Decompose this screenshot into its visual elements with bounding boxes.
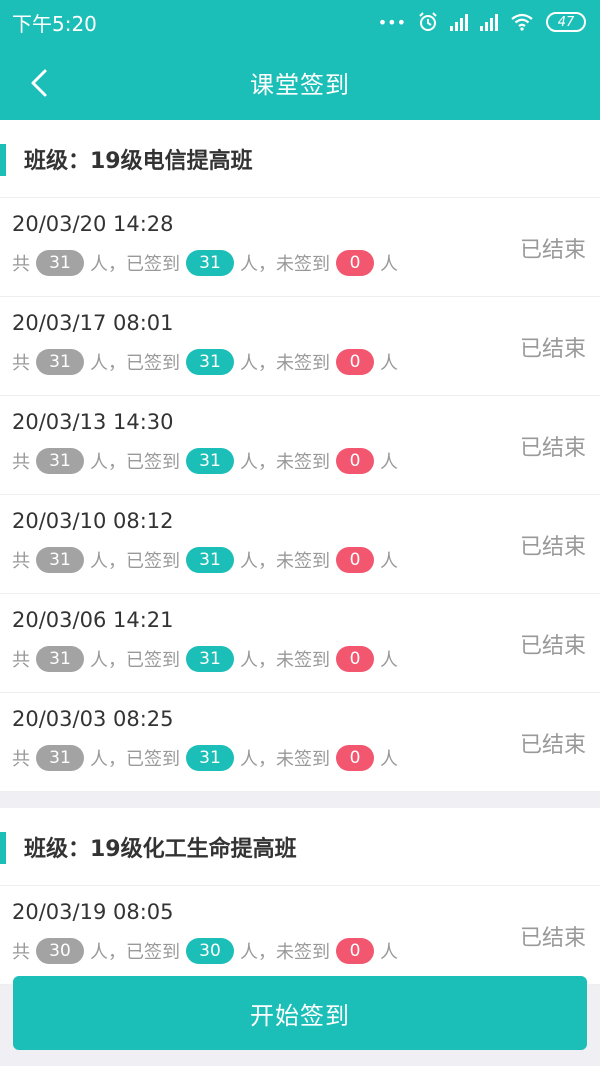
class-title: 班级：19级电信提高班 xyxy=(0,120,600,198)
record-stats: 共 31 人，已签到 31 人，未签到 0 人 xyxy=(12,644,398,674)
attendance-record[interactable]: 20/03/19 08:05 共 30 人，已签到 30 人，未签到 0 人 已… xyxy=(0,886,600,985)
signed-label: 人，已签到 xyxy=(90,650,180,671)
record-status: 已结束 xyxy=(519,238,586,263)
unsigned-label: 人，未签到 xyxy=(240,942,330,963)
total-count-badge: 31 xyxy=(36,745,84,771)
signed-count-badge: 30 xyxy=(186,938,234,964)
record-stats: 共 31 人，已签到 31 人，未签到 0 人 xyxy=(12,347,398,377)
alarm-icon xyxy=(419,12,437,31)
record-time: 20/03/20 14:28 xyxy=(12,212,174,236)
status-bar: 下午5:20 ••• 47 xyxy=(0,0,600,44)
battery-icon: 47 xyxy=(546,12,586,32)
unsigned-label: 人，未签到 xyxy=(240,353,330,374)
record-time: 20/03/03 08:25 xyxy=(12,707,174,731)
total-prefix: 共 xyxy=(12,353,30,374)
record-status: 已结束 xyxy=(519,535,586,560)
total-count-badge: 30 xyxy=(36,938,84,964)
unsigned-count-badge: 0 xyxy=(336,250,374,276)
total-count-badge: 31 xyxy=(36,250,84,276)
signal-icon-1 xyxy=(450,13,468,31)
total-count-badge: 31 xyxy=(36,646,84,672)
signed-label: 人，已签到 xyxy=(90,749,180,770)
signed-count-badge: 31 xyxy=(186,745,234,771)
record-time: 20/03/06 14:21 xyxy=(12,608,174,632)
people-suffix: 人 xyxy=(380,254,398,275)
record-time: 20/03/17 08:01 xyxy=(12,311,174,335)
total-count-badge: 31 xyxy=(36,547,84,573)
people-suffix: 人 xyxy=(380,650,398,671)
people-suffix: 人 xyxy=(380,749,398,770)
total-prefix: 共 xyxy=(12,452,30,473)
unsigned-count-badge: 0 xyxy=(336,349,374,375)
record-status: 已结束 xyxy=(519,634,586,659)
signed-count-badge: 31 xyxy=(186,349,234,375)
status-time: 下午5:20 xyxy=(12,11,97,36)
people-suffix: 人 xyxy=(380,942,398,963)
attendance-record[interactable]: 20/03/06 14:21 共 31 人，已签到 31 人，未签到 0 人 已… xyxy=(0,594,600,693)
people-suffix: 人 xyxy=(380,353,398,374)
app-header: 课堂签到 xyxy=(0,44,600,120)
unsigned-count-badge: 0 xyxy=(336,646,374,672)
unsigned-count-badge: 0 xyxy=(336,938,374,964)
total-prefix: 共 xyxy=(12,551,30,572)
attendance-record[interactable]: 20/03/13 14:30 共 31 人，已签到 31 人，未签到 0 人 已… xyxy=(0,396,600,495)
record-status: 已结束 xyxy=(519,337,586,362)
people-suffix: 人 xyxy=(380,551,398,572)
record-stats: 共 31 人，已签到 31 人，未签到 0 人 xyxy=(12,248,398,278)
signed-label: 人，已签到 xyxy=(90,452,180,473)
start-checkin-button[interactable]: 开始签到 xyxy=(13,976,587,1050)
people-suffix: 人 xyxy=(380,452,398,473)
signal-icon-2 xyxy=(480,13,498,31)
wifi-icon xyxy=(511,13,533,31)
total-count-badge: 31 xyxy=(36,448,84,474)
signed-count-badge: 31 xyxy=(186,646,234,672)
total-prefix: 共 xyxy=(12,650,30,671)
chevron-left-icon xyxy=(31,69,47,97)
back-button[interactable] xyxy=(22,66,56,100)
signed-count-badge: 31 xyxy=(186,250,234,276)
signed-label: 人，已签到 xyxy=(90,254,180,275)
record-status: 已结束 xyxy=(519,926,586,951)
class-section: 班级：19级化工生命提高班 20/03/19 08:05 共 30 人，已签到 … xyxy=(0,808,600,985)
unsigned-count-badge: 0 xyxy=(336,745,374,771)
attendance-record[interactable]: 20/03/20 14:28 共 31 人，已签到 31 人，未签到 0 人 已… xyxy=(0,198,600,297)
record-time: 20/03/19 08:05 xyxy=(12,900,174,924)
signed-count-badge: 31 xyxy=(186,547,234,573)
attendance-record[interactable]: 20/03/03 08:25 共 31 人，已签到 31 人，未签到 0 人 已… xyxy=(0,693,600,792)
attendance-record[interactable]: 20/03/10 08:12 共 31 人，已签到 31 人，未签到 0 人 已… xyxy=(0,495,600,594)
total-prefix: 共 xyxy=(12,254,30,275)
signed-label: 人，已签到 xyxy=(90,551,180,572)
record-stats: 共 31 人，已签到 31 人，未签到 0 人 xyxy=(12,743,398,773)
attendance-record[interactable]: 20/03/17 08:01 共 31 人，已签到 31 人，未签到 0 人 已… xyxy=(0,297,600,396)
total-count-badge: 31 xyxy=(36,349,84,375)
status-icons: ••• 47 xyxy=(378,12,586,32)
record-stats: 共 30 人，已签到 30 人，未签到 0 人 xyxy=(12,936,398,966)
page-title: 课堂签到 xyxy=(250,70,350,99)
record-status: 已结束 xyxy=(519,733,586,758)
unsigned-label: 人，未签到 xyxy=(240,452,330,473)
total-prefix: 共 xyxy=(12,942,30,963)
record-time: 20/03/10 08:12 xyxy=(12,509,174,533)
more-dots-icon: ••• xyxy=(377,12,406,32)
total-prefix: 共 xyxy=(12,749,30,770)
signed-count-badge: 31 xyxy=(186,448,234,474)
record-time: 20/03/13 14:30 xyxy=(12,410,174,434)
signed-label: 人，已签到 xyxy=(90,353,180,374)
record-status: 已结束 xyxy=(519,436,586,461)
signed-label: 人，已签到 xyxy=(90,942,180,963)
class-title: 班级：19级化工生命提高班 xyxy=(0,808,600,886)
unsigned-label: 人，未签到 xyxy=(240,254,330,275)
record-stats: 共 31 人，已签到 31 人，未签到 0 人 xyxy=(12,446,398,476)
unsigned-label: 人，未签到 xyxy=(240,551,330,572)
unsigned-label: 人，未签到 xyxy=(240,650,330,671)
app-root: 下午5:20 ••• 47 课堂签到 班级：19级电信提高班 20/03/20 … xyxy=(0,0,600,1066)
record-stats: 共 31 人，已签到 31 人，未签到 0 人 xyxy=(12,545,398,575)
class-section: 班级：19级电信提高班 20/03/20 14:28 共 31 人，已签到 31… xyxy=(0,120,600,792)
unsigned-count-badge: 0 xyxy=(336,547,374,573)
unsigned-label: 人，未签到 xyxy=(240,749,330,770)
unsigned-count-badge: 0 xyxy=(336,448,374,474)
attendance-list: 班级：19级电信提高班 20/03/20 14:28 共 31 人，已签到 31… xyxy=(0,120,600,985)
